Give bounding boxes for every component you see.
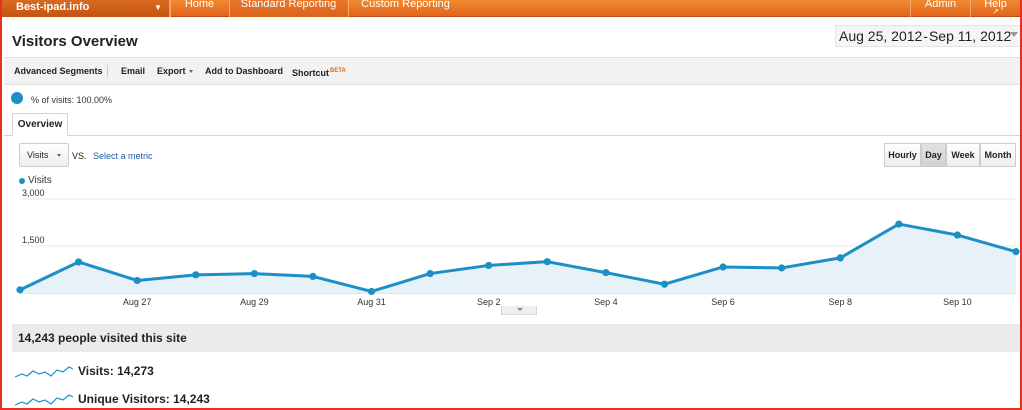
chevron-down-icon (517, 308, 523, 311)
nav-admin[interactable]: Admin (910, 0, 970, 17)
page-title: Visitors Overview (12, 33, 138, 50)
tab-overview[interactable]: Overview (12, 113, 68, 136)
visits-point (192, 271, 200, 279)
metric-dropdown[interactable]: Visits (19, 143, 69, 167)
visits-point (836, 254, 844, 262)
email-button[interactable]: Email (121, 58, 145, 84)
x-tick-label: Aug 27 (123, 297, 152, 307)
visits-point (74, 258, 83, 266)
y-tick-label: 1,500 (22, 235, 45, 245)
date-start: Aug 25, 2012 (839, 28, 923, 44)
report-toolbar: Advanced Segments Email Export Add to Da… (4, 57, 1020, 85)
visits-point (250, 269, 258, 278)
granularity-month-button[interactable]: Month (980, 143, 1016, 167)
stat-unique-visitors-label: Unique Visitors: 14,243 (78, 392, 210, 406)
chevron-down-icon: ▼ (154, 3, 162, 12)
vs-label: VS. (72, 151, 87, 161)
x-tick-label: Aug 29 (240, 297, 269, 307)
toolbar-divider (107, 65, 108, 77)
visits-point (719, 263, 727, 271)
visits-point (485, 261, 493, 270)
stat-visits-label: Visits: 14,273 (78, 364, 154, 378)
segment-pie-icon (11, 92, 23, 104)
visits-point (778, 264, 786, 272)
stat-visits[interactable]: Visits: 14,273 (12, 362, 312, 382)
visits-chart[interactable]: 1,500 3,000 Aug 27 Aug 29 Aug 31 Sep 2 Sep 4 Se… (2, 186, 1020, 316)
chart-collapse-handle[interactable] (501, 306, 537, 315)
granularity-hourly-button[interactable]: Hourly (884, 143, 921, 167)
site-name: Best-ipad.info (16, 1, 90, 13)
visits-point (1012, 248, 1020, 256)
visits-point (309, 272, 317, 280)
visits-point (895, 220, 903, 228)
summary-headline: 14,243 people visited this site (12, 324, 1020, 352)
date-end: Sep 11, 2012 (928, 28, 1012, 44)
top-nav: Best-ipad.info ▼ Home Standard Reporting… (2, 0, 1020, 17)
visits-point (953, 231, 962, 239)
y-tick-label: 3,000 (22, 188, 45, 198)
visits-chart-svg: 1,500 3,000 Aug 27 Aug 29 Aug 31 Sep 2 Sep 4 Se… (16, 188, 1020, 307)
x-tick-label: Aug 31 (357, 297, 386, 307)
report-frame: Best-ipad.info ▼ Home Standard Reporting… (0, 0, 1022, 410)
nav-home[interactable]: Home (170, 0, 228, 17)
sparkline-icon (15, 394, 73, 406)
sparkline-icon (15, 366, 73, 378)
chevron-down-icon (1010, 32, 1018, 37)
granularity-week-button[interactable]: Week (946, 143, 980, 167)
x-tick-label: Sep 4 (594, 297, 618, 307)
advanced-segments-button[interactable]: Advanced Segments (14, 58, 103, 84)
visits-point (16, 286, 24, 294)
visits-point (602, 269, 610, 277)
visits-point (426, 269, 434, 278)
visits-point (133, 276, 141, 285)
date-range-picker[interactable]: Aug 25, 2012-Sep 11, 2012 (835, 25, 1020, 47)
external-link-icon: ↗ (992, 7, 999, 16)
x-tick-label: Sep 10 (943, 297, 972, 307)
legend-visits: Visits (28, 175, 52, 186)
nav-custom-reporting[interactable]: Custom Reporting (348, 0, 462, 17)
nav-help[interactable]: Help ↗ (970, 0, 1020, 17)
beta-badge: BETA (330, 68, 346, 74)
site-selector[interactable]: Best-ipad.info ▼ (2, 0, 170, 17)
chevron-down-icon (57, 154, 61, 157)
export-button[interactable]: Export (157, 58, 193, 84)
nav-standard-reporting[interactable]: Standard Reporting (229, 0, 347, 17)
visits-point (660, 280, 669, 288)
visits-point (367, 287, 376, 296)
legend-dot-icon (19, 178, 25, 184)
tab-divider (4, 135, 1020, 136)
x-tick-label: Sep 8 (828, 297, 852, 307)
visits-point (543, 258, 551, 266)
chevron-down-icon (188, 70, 193, 73)
granularity-day-button[interactable]: Day (921, 143, 946, 167)
select-metric-link[interactable]: Select a metric (93, 151, 153, 161)
stat-unique-visitors[interactable]: Unique Visitors: 14,243 (12, 390, 312, 408)
add-to-dashboard-button[interactable]: Add to Dashboard (205, 58, 283, 84)
shortcut-button[interactable]: ShortcutBETA (292, 58, 346, 84)
x-tick-label: Sep 2 (477, 297, 501, 307)
segment-label: % of visits: 100.00% (31, 95, 113, 105)
x-tick-label: Sep 6 (711, 297, 735, 307)
visits-area (20, 224, 1016, 293)
